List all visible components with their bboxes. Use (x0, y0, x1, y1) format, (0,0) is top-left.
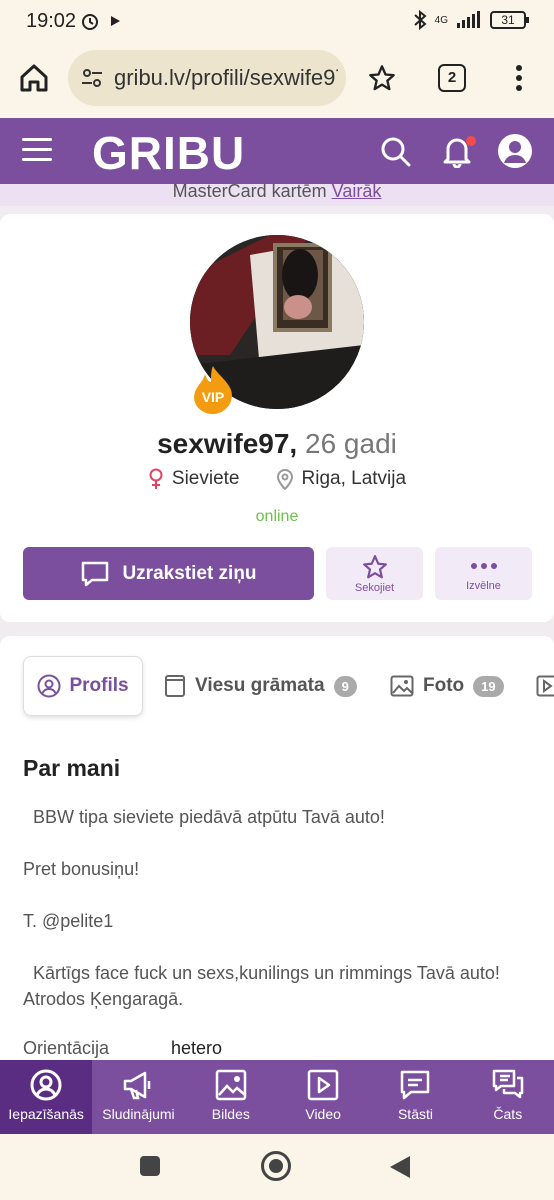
promo-more-link[interactable]: Vairāk (332, 184, 382, 201)
about-title: Par mani (23, 755, 121, 781)
story-icon (401, 1070, 430, 1100)
about-paragraph: Pret bonusiņu! (23, 859, 140, 879)
star-icon (362, 555, 387, 579)
about-paragraph: T. @pelite1 (23, 911, 114, 931)
app-header: GRIBU (0, 118, 554, 184)
profile-meta: Sieviete Riga, Latvija (0, 468, 554, 490)
tab-profile[interactable]: Profils (23, 656, 143, 716)
more-vert-icon[interactable] (512, 62, 526, 94)
nav-pictures[interactable]: Bildes (185, 1060, 277, 1134)
bottom-navigation: Iepazīšanās Sludinājumi Bildes Video Stā… (0, 1060, 554, 1134)
search-icon[interactable] (380, 136, 412, 168)
photos-count-badge: 19 (473, 675, 504, 697)
page-content: VIP sexwife97, 26 gadi Sieviete Riga, La… (0, 206, 554, 1060)
follow-button[interactable]: Sekojiet (326, 547, 423, 600)
network-label: 4G (434, 14, 448, 26)
signal-icon (457, 11, 480, 28)
about-paragraph: Kārtīgs face fuck un sexs,kunilings un r… (23, 963, 509, 1009)
profile-age: 26 gadi (305, 428, 397, 459)
more-horiz-icon (470, 563, 497, 569)
url-bar[interactable]: gribu.lv/profili/sexwife97 (68, 50, 346, 106)
profile-username: sexwife97, (157, 428, 298, 459)
recents-button[interactable] (140, 1156, 160, 1176)
orientation-value: hetero (171, 1038, 223, 1058)
image-icon (390, 675, 414, 697)
tab-switcher-button[interactable]: 2 (438, 64, 466, 92)
nav-ads[interactable]: Sludinājumi (92, 1060, 184, 1134)
profile-gender: Sieviete (171, 468, 240, 489)
bookmark-star-icon[interactable] (368, 64, 396, 92)
hamburger-menu-icon[interactable] (22, 138, 52, 162)
profile-name-line: sexwife97, 26 gadi (0, 428, 554, 460)
user-circle-icon (37, 674, 61, 698)
nav-pictures-label: Bildes (211, 1106, 250, 1122)
status-bar: 19:02 4G 31 (0, 0, 554, 44)
home-button[interactable] (261, 1151, 291, 1181)
tab-photos-label: Foto (423, 675, 465, 696)
nav-stories[interactable]: Stāsti (369, 1060, 461, 1134)
orientation-label: Orientācija (23, 1038, 110, 1058)
nav-chat-label: Čats (493, 1106, 523, 1122)
options-menu-button[interactable]: Izvēlne (435, 547, 532, 600)
notification-dot (466, 136, 476, 146)
follow-label: Sekojiet (354, 582, 395, 594)
write-message-button[interactable]: Uzrakstiet ziņu (23, 547, 314, 600)
video-icon (536, 675, 554, 697)
megaphone-icon (124, 1071, 151, 1100)
vip-flame-icon: VIP (194, 366, 232, 414)
browser-toolbar: gribu.lv/profili/sexwife97 2 (0, 44, 554, 118)
nav-video[interactable]: Video (277, 1060, 369, 1134)
about-paragraph: BBW tipa sieviete piedāvā atpūtu Tavā au… (23, 807, 385, 827)
status-time: 19:02 (26, 10, 77, 32)
nav-video-label: Video (305, 1106, 341, 1122)
female-icon (149, 468, 163, 489)
profile-card: VIP sexwife97, 26 gadi Sieviete Riga, La… (0, 214, 554, 622)
vip-label: VIP (202, 389, 225, 405)
profile-tabs: Profils Viesu grāmata 9 Foto 19 (0, 656, 554, 718)
nav-dating[interactable]: Iepazīšanās (0, 1060, 93, 1134)
battery-icon: 31 (490, 11, 529, 29)
profile-location: Riga, Latvija (301, 468, 407, 489)
tab-video[interactable] (536, 656, 554, 716)
profile-details-card: Profils Viesu grāmata 9 Foto 19 Par mani… (0, 636, 554, 1060)
message-icon (82, 561, 109, 586)
play-icon (307, 1069, 339, 1101)
site-settings-icon[interactable] (80, 66, 104, 90)
promo-banner: MasterCard kartēm Vairāk (0, 184, 554, 206)
location-pin-icon (276, 469, 293, 490)
about-text: BBW tipa sieviete piedāvā atpūtu Tavā au… (23, 804, 513, 1038)
nav-ads-label: Sludinājumi (102, 1106, 175, 1122)
user-circle-icon (30, 1069, 62, 1101)
url-text: gribu.lv/profili/sexwife97 (114, 65, 338, 90)
notifications-bell-icon[interactable] (440, 134, 476, 169)
promo-text: MasterCard kartēm (172, 184, 332, 201)
tab-guestbook[interactable]: Viesu grāmata 9 (164, 656, 357, 716)
play-notification-icon (111, 16, 120, 26)
nav-dating-label: Iepazīšanās (8, 1106, 84, 1122)
system-navigation-bar (0, 1134, 554, 1200)
back-button[interactable] (390, 1156, 410, 1178)
book-icon (165, 675, 185, 697)
alarm-icon (82, 14, 98, 30)
image-icon (215, 1069, 247, 1101)
bluetooth-icon (413, 10, 427, 30)
online-status: online (255, 508, 299, 525)
user-account-icon[interactable] (496, 132, 534, 170)
tab-photos[interactable]: Foto 19 (390, 656, 504, 716)
write-message-label: Uzrakstiet ziņu (122, 562, 257, 584)
home-icon[interactable] (18, 62, 50, 94)
gribu-logo[interactable]: GRIBU (92, 126, 245, 180)
options-menu-label: Izvēlne (466, 580, 501, 592)
guestbook-count-badge: 9 (333, 675, 357, 697)
tab-guestbook-label: Viesu grāmata (195, 675, 325, 696)
chat-icon (492, 1069, 524, 1099)
nav-chat[interactable]: Čats (462, 1060, 554, 1134)
nav-stories-label: Stāsti (397, 1106, 433, 1122)
tab-profile-label: Profils (69, 675, 129, 696)
